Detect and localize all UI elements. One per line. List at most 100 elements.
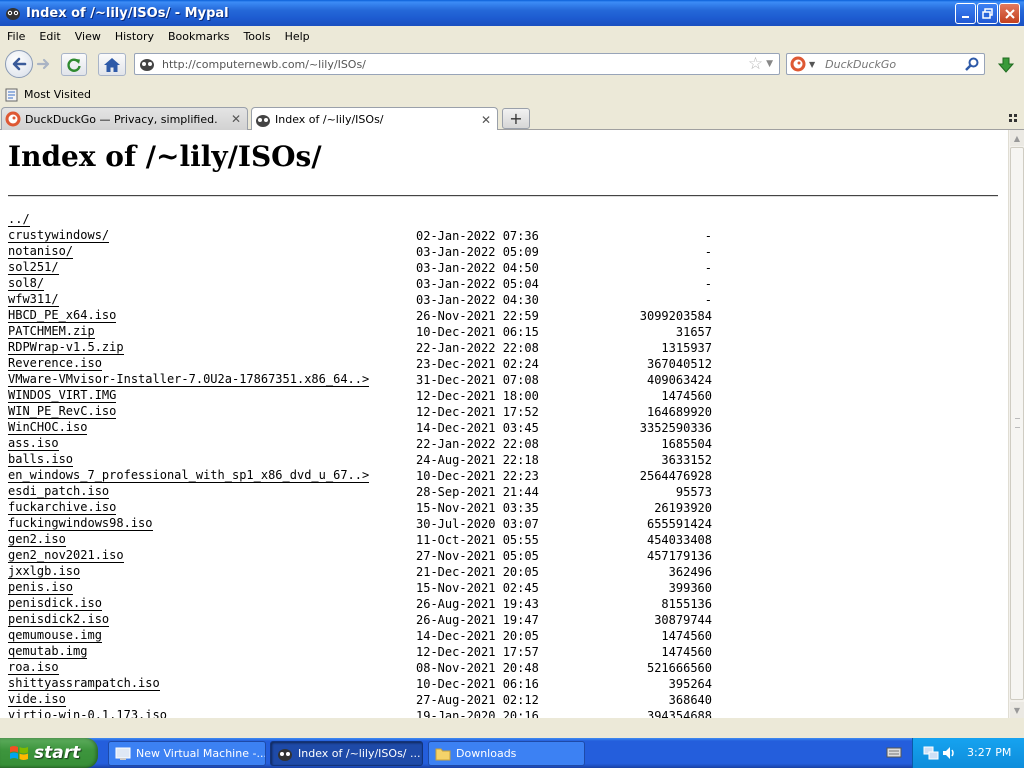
home-button[interactable] [98, 53, 126, 76]
restore-button[interactable] [977, 3, 998, 24]
address-bar[interactable]: ☆ ▼ [134, 53, 780, 75]
close-tab-icon[interactable]: ✕ [478, 113, 494, 127]
close-button[interactable] [999, 3, 1020, 24]
start-button[interactable]: start [0, 738, 98, 768]
search-icon[interactable] [964, 56, 980, 72]
file-size: - [704, 277, 712, 291]
url-input[interactable] [160, 56, 748, 72]
file-link[interactable]: sol8/ [8, 276, 45, 291]
menu-bookmarks[interactable]: Bookmarks [162, 30, 235, 43]
file-size: - [704, 229, 712, 243]
file-size: - [704, 245, 712, 259]
scroll-grip-icon [1015, 418, 1020, 428]
reload-button[interactable] [61, 53, 87, 76]
file-link[interactable]: crustywindows/ [8, 228, 110, 243]
file-link[interactable]: penis.iso [8, 580, 74, 595]
file-row: qemutab.img 12-Dec-2021 17:57 1474560 [8, 644, 712, 660]
taskbar-item-downloads[interactable]: Downloads [428, 741, 585, 766]
taskbar-item-browser[interactable]: Index of /~lily/ISOs/ ... [270, 741, 423, 766]
file-link[interactable]: esdi_patch.iso [8, 484, 110, 499]
close-icon [1004, 8, 1015, 19]
scroll-up-arrow-icon[interactable]: ▲ [1010, 130, 1024, 146]
file-link[interactable]: fuckingwindows98.iso [8, 516, 153, 531]
search-bar[interactable]: ▼ [786, 53, 985, 75]
file-link[interactable]: fuckarchive.iso [8, 500, 117, 515]
file-link[interactable]: VMware-VMvisor-Installer-7.0U2a-17867351… [8, 372, 370, 387]
volume-icon[interactable] [941, 745, 957, 761]
all-tabs-grid-icon[interactable] [1008, 112, 1020, 124]
menu-edit[interactable]: Edit [33, 30, 66, 43]
system-tray: 3:27 PM [912, 738, 1024, 768]
file-link[interactable]: ass.iso [8, 436, 59, 451]
network-icon[interactable] [923, 745, 939, 761]
file-link[interactable]: PATCHMEM.zip [8, 324, 95, 339]
file-size: 8155136 [661, 597, 712, 611]
file-link[interactable]: en_windows_7_professional_with_sp1_x86_d… [8, 468, 370, 483]
file-link[interactable]: gen2.iso [8, 532, 66, 547]
url-dropdown-icon[interactable]: ▼ [766, 59, 773, 69]
file-link[interactable]: qemutab.img [8, 644, 88, 659]
file-link[interactable]: balls.iso [8, 452, 74, 467]
file-link[interactable]: WINDOS_VIRT.IMG [8, 388, 117, 403]
menu-file[interactable]: File [0, 30, 31, 43]
file-date: 10-Dec-2021 22:23 [416, 469, 539, 483]
file-size: 362496 [668, 565, 712, 579]
file-size: 395264 [668, 677, 712, 691]
file-link[interactable]: notaniso/ [8, 244, 74, 259]
file-link[interactable]: wfw311/ [8, 292, 59, 307]
scroll-down-arrow-icon[interactable]: ▼ [1010, 702, 1024, 718]
file-row: fuckingwindows98.iso 30-Jul-2020 03:07 655… [8, 516, 712, 532]
bookmark-star-icon[interactable]: ☆ [748, 54, 763, 74]
parent-directory-link[interactable]: ../ [8, 212, 30, 227]
title-bar[interactable]: Index of /~lily/ISOs/ - Mypal [0, 0, 1024, 26]
menu-view[interactable]: View [69, 30, 107, 43]
file-link[interactable]: penisdick2.iso [8, 612, 110, 627]
most-visited-folder[interactable]: Most Visited [24, 88, 91, 101]
scroll-thumb[interactable] [1010, 147, 1024, 700]
vertical-scrollbar[interactable]: ▲ ▼ [1008, 130, 1024, 718]
menu-help[interactable]: Help [279, 30, 316, 43]
file-link[interactable]: WinCHOC.iso [8, 420, 88, 435]
file-link[interactable]: vide.iso [8, 692, 66, 707]
duckduckgo-icon[interactable] [790, 56, 806, 72]
file-date: 28-Sep-2021 21:44 [416, 485, 539, 499]
file-link[interactable]: shittyassrampatch.iso [8, 676, 160, 691]
menu-tools[interactable]: Tools [237, 30, 276, 43]
forward-button[interactable] [34, 55, 54, 73]
taskbar-item-virtual-machine[interactable]: New Virtual Machine -... [108, 741, 266, 766]
new-tab-button[interactable]: + [502, 108, 530, 129]
file-date: 23-Dec-2021 02:24 [416, 357, 539, 371]
file-row: crustywindows/02-Jan-2022 07:36 - [8, 228, 712, 244]
file-link[interactable]: virtio-win-0.1.173.iso [8, 708, 167, 718]
keyboard-icon[interactable] [886, 745, 902, 759]
search-input[interactable] [823, 56, 958, 72]
minimize-button[interactable] [955, 3, 976, 24]
file-row: WINDOS_VIRT.IMG 12-Dec-2021 18:00 1474560 [8, 388, 712, 404]
file-size: 3099203584 [639, 309, 712, 323]
file-size: 454033408 [646, 533, 712, 547]
file-date: 30-Jul-2020 03:07 [416, 517, 539, 531]
file-row: shittyassrampatch.iso 10-Dec-2021 06:16 39… [8, 676, 712, 692]
file-link[interactable]: RDPWrap-v1.5.zip [8, 340, 124, 355]
file-link[interactable]: penisdick.iso [8, 596, 102, 611]
file-link[interactable]: HBCD_PE_x64.iso [8, 308, 117, 323]
file-link[interactable]: qemumouse.img [8, 628, 102, 643]
downloads-button[interactable] [992, 53, 1020, 76]
file-row: penisdick2.iso 26-Aug-2021 19:47 30879744 [8, 612, 712, 628]
file-link[interactable]: sol251/ [8, 260, 59, 275]
file-link[interactable]: Reverence.iso [8, 356, 102, 371]
close-tab-icon[interactable]: ✕ [228, 112, 244, 126]
file-link[interactable]: gen2_nov2021.iso [8, 548, 124, 563]
file-date: 22-Jan-2022 22:08 [416, 341, 539, 355]
menu-history[interactable]: History [109, 30, 160, 43]
file-link[interactable]: roa.iso [8, 660, 59, 675]
tab-duckduckgo[interactable]: DuckDuckGo — Privacy, simplified. ✕ [1, 107, 248, 130]
back-button[interactable] [5, 50, 33, 78]
file-row: balls.iso 24-Aug-2021 22:18 3633152 [8, 452, 712, 468]
file-size: 1315937 [661, 341, 712, 355]
file-size: 30879744 [654, 613, 712, 627]
file-link[interactable]: WIN_PE_RevC.iso [8, 404, 117, 419]
file-link[interactable]: jxxlgb.iso [8, 564, 81, 579]
search-engine-dropdown-icon[interactable]: ▼ [809, 60, 815, 69]
tab-index-of-isos[interactable]: Index of /~lily/ISOs/ ✕ [251, 107, 498, 131]
